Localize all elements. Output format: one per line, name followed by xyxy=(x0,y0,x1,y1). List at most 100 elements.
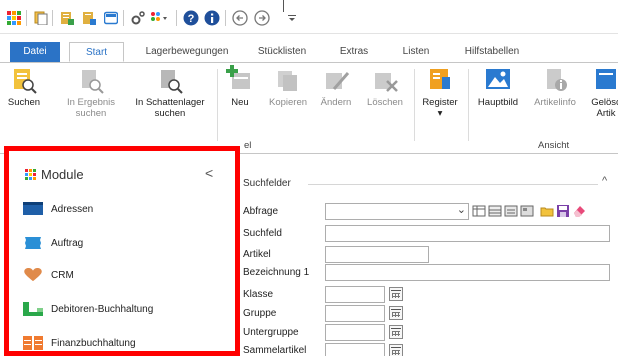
quick-access-toolbar: ? xyxy=(0,0,618,34)
item-info-icon xyxy=(547,69,567,91)
query-report-icon[interactable] xyxy=(520,204,534,218)
delete-item-icon xyxy=(375,73,398,92)
module-item-label: Debitoren-Buchhaltung xyxy=(51,303,154,315)
module-item-adressen[interactable]: Adressen xyxy=(23,199,93,219)
gruppe-input[interactable] xyxy=(325,305,385,322)
neu-label: Neu xyxy=(231,97,249,108)
suchen-button[interactable]: Suchen xyxy=(4,65,44,108)
customize-dropdown-icon[interactable] xyxy=(284,10,300,26)
artikelinfo-label: Artikelinfo xyxy=(534,97,576,108)
klasse-input[interactable] xyxy=(325,286,385,303)
tab-datei[interactable]: Datei xyxy=(10,42,60,62)
geloeschte-label-1: Gelösc xyxy=(591,97,618,108)
untergruppe-input[interactable] xyxy=(325,324,385,341)
main-image-icon xyxy=(486,69,510,89)
aendern-label: Ändern xyxy=(320,97,352,108)
query-list-icon[interactable] xyxy=(504,204,518,218)
module-panel: Module < Adressen Auftrag CRM Debitoren-… xyxy=(4,146,240,356)
group-label-ansicht: Ansicht xyxy=(538,140,570,151)
window-icon[interactable] xyxy=(103,10,119,26)
group-label-artikel: el xyxy=(244,140,252,151)
hauptbild-label: Hauptbild xyxy=(477,97,519,108)
klasse-lookup-icon[interactable] xyxy=(389,287,403,301)
search-fields-title: Suchfelder xyxy=(243,178,291,189)
search-fields-panel: Suchfelder ^ Abfrage ⌄ Suchfeld Artikel … xyxy=(240,160,618,356)
in-ergebnis-suchen-button[interactable]: In Ergebnis suchen xyxy=(62,65,120,119)
gruppe-lookup-icon[interactable] xyxy=(389,306,403,320)
field-label-suchfeld: Suchfeld xyxy=(243,228,282,239)
module-item-label: Finanzbuchhaltung xyxy=(51,337,136,349)
query-grid-icon[interactable] xyxy=(488,204,502,218)
untergruppe-lookup-icon[interactable] xyxy=(389,325,403,339)
tab-lagerbewegungen[interactable]: Lagerbewegungen xyxy=(134,42,240,62)
back-icon[interactable] xyxy=(232,10,248,26)
deleted-items-icon xyxy=(596,69,616,89)
forward-icon[interactable] xyxy=(254,10,270,26)
save-icon[interactable] xyxy=(556,204,570,218)
tab-extras[interactable]: Extras xyxy=(329,42,379,62)
register-button[interactable]: Register ▾ xyxy=(418,65,462,119)
module-item-label: Auftrag xyxy=(51,237,84,249)
suchen-label: Suchen xyxy=(7,97,41,108)
info-icon[interactable] xyxy=(204,10,220,26)
copy-icon[interactable] xyxy=(33,10,49,26)
open-folder-icon[interactable] xyxy=(540,204,554,218)
field-label-bezeichnung-1: Bezeichnung 1 xyxy=(243,267,310,278)
field-label-klasse: Klasse xyxy=(243,289,274,300)
aendern-button[interactable]: Ändern xyxy=(316,65,356,108)
collapse-search-fields-icon[interactable]: ^ xyxy=(602,175,607,187)
order-icon xyxy=(25,237,41,249)
module-item-finanzbuchhaltung[interactable]: Finanzbuchhaltung xyxy=(23,333,136,353)
in-schattenlager-suchen-button[interactable]: In Schattenlager suchen xyxy=(128,65,212,119)
kopieren-button[interactable]: Kopieren xyxy=(264,65,312,108)
module-item-debitoren-buchhaltung[interactable]: Debitoren-Buchhaltung xyxy=(23,299,153,319)
sammelartikel-lookup-icon[interactable] xyxy=(389,344,403,356)
ribbon-tabs: Datei Start Lagerbewegungen Stücklisten … xyxy=(0,42,618,62)
help-icon[interactable]: ? xyxy=(183,10,199,26)
app-grid-icon[interactable] xyxy=(6,10,22,26)
tab-hilfstabellen[interactable]: Hilfstabellen xyxy=(453,42,531,62)
settings-icon[interactable] xyxy=(130,10,146,26)
field-label-sammelartikel: Sammelartikel xyxy=(243,345,307,356)
module-item-crm[interactable]: CRM xyxy=(23,265,74,285)
search-db-icon xyxy=(14,69,37,94)
ribbon: Suchen In Ergebnis suchen In Schattenlag… xyxy=(0,62,618,154)
tab-stuecklisten[interactable]: Stücklisten xyxy=(246,42,318,62)
collapse-modules-button[interactable]: < xyxy=(205,165,213,181)
neu-button[interactable]: Neu xyxy=(222,65,258,108)
tab-listen[interactable]: Listen xyxy=(391,42,441,62)
query-table-icon[interactable] xyxy=(472,204,486,218)
geloeschte-label-2: Artik xyxy=(596,108,616,119)
db-edit-icon[interactable] xyxy=(81,10,97,26)
apps-dropdown-icon[interactable] xyxy=(150,10,172,26)
field-label-abfrage: Abfrage xyxy=(243,206,279,217)
db-add-icon[interactable] xyxy=(59,10,75,26)
sammelartikel-input[interactable] xyxy=(325,343,385,356)
suchfeld-input[interactable] xyxy=(325,225,610,242)
geloeschte-artikel-button[interactable]: Gelösc Artik xyxy=(586,65,618,119)
new-item-icon xyxy=(226,65,250,89)
search-fields-divider xyxy=(308,184,598,185)
field-label-gruppe: Gruppe xyxy=(243,308,277,319)
tab-start[interactable]: Start xyxy=(69,42,124,62)
edit-item-icon xyxy=(326,72,350,90)
module-item-label: CRM xyxy=(51,269,74,281)
register-dropdown-arrow: ▾ xyxy=(437,108,443,119)
module-grid-icon xyxy=(25,168,36,180)
register-label: Register xyxy=(422,97,458,108)
register-icon xyxy=(430,69,450,89)
loeschen-button[interactable]: Löschen xyxy=(362,65,408,108)
abfrage-select[interactable]: ⌄ xyxy=(325,203,469,220)
hauptbild-button[interactable]: Hauptbild xyxy=(472,65,524,108)
search-shadow-stock-icon xyxy=(161,70,183,94)
artikelinfo-button[interactable]: Artikelinfo xyxy=(528,65,582,108)
heart-icon xyxy=(24,268,42,282)
module-item-auftrag[interactable]: Auftrag xyxy=(23,233,83,253)
eraser-icon[interactable] xyxy=(572,204,586,218)
in-ergebnis-label-2: suchen xyxy=(75,108,107,119)
artikel-input[interactable] xyxy=(325,246,429,263)
bezeichnung-1-input[interactable] xyxy=(325,264,610,281)
debitor-icon xyxy=(23,302,43,316)
field-label-artikel: Artikel xyxy=(243,249,271,260)
module-panel-header: Module xyxy=(25,167,84,182)
